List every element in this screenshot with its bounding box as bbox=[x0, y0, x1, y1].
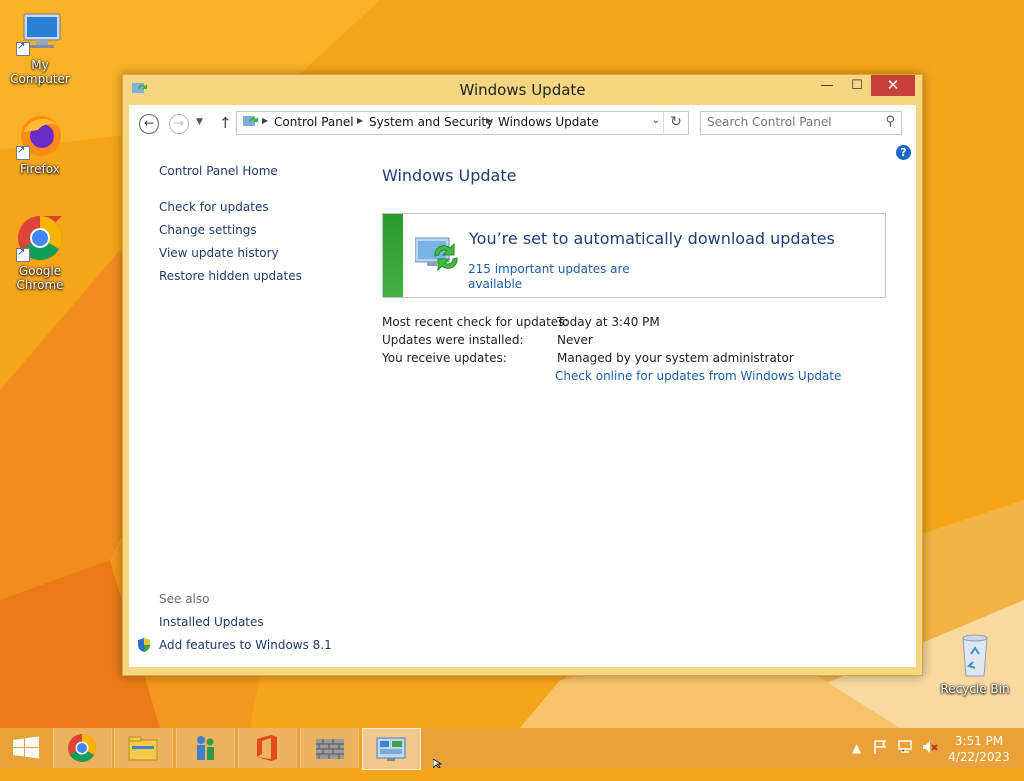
desktop-icon-firefox[interactable]: Firefox bbox=[0, 112, 80, 176]
forward-button[interactable]: → bbox=[169, 114, 189, 134]
search-box[interactable]: ⚲ bbox=[700, 111, 902, 135]
breadcrumb-separator-icon[interactable]: ▶ bbox=[357, 116, 363, 125]
breadcrumb-separator-icon[interactable]: ▶ bbox=[486, 116, 492, 125]
desktop-icon-chrome[interactable]: Google Chrome bbox=[0, 214, 80, 292]
office-icon bbox=[257, 735, 277, 761]
taskbar-office[interactable] bbox=[238, 728, 297, 768]
taskbar-firewall[interactable] bbox=[300, 728, 359, 768]
up-button[interactable]: ↑ bbox=[219, 114, 232, 132]
back-button[interactable]: ← bbox=[139, 114, 159, 134]
show-hidden-icons-button[interactable]: ▲ bbox=[852, 741, 861, 781]
search-icon[interactable]: ⚲ bbox=[885, 114, 895, 129]
firewall-icon bbox=[316, 739, 344, 759]
desktop-icon-my-computer[interactable]: My Computer bbox=[0, 8, 80, 86]
firefox-icon bbox=[16, 112, 64, 160]
nav-change-settings[interactable]: Change settings bbox=[159, 223, 257, 237]
shortcut-arrow-icon bbox=[16, 246, 30, 262]
start-button[interactable] bbox=[0, 728, 57, 768]
info-value-receive: Managed by your system administrator bbox=[557, 351, 794, 365]
nav-installed-updates[interactable]: Installed Updates bbox=[159, 615, 264, 629]
taskbar-chrome[interactable] bbox=[53, 728, 112, 768]
minimize-button[interactable]: — bbox=[812, 75, 842, 96]
start-icon bbox=[13, 736, 39, 759]
nav-add-features[interactable]: Add features to Windows 8.1 bbox=[159, 638, 332, 652]
status-title: You’re set to automatically download upd… bbox=[469, 229, 835, 248]
people-icon bbox=[197, 736, 214, 760]
breadcrumb-separator-icon[interactable]: ▶ bbox=[262, 116, 268, 125]
status-color-bar bbox=[383, 214, 403, 297]
volume-muted-icon[interactable] bbox=[921, 739, 939, 779]
recent-locations-dropdown[interactable]: ▼ bbox=[196, 117, 203, 127]
clock-date: 4/22/2023 bbox=[948, 750, 1010, 764]
info-value-recent-check: Today at 3:40 PM bbox=[557, 315, 660, 329]
page-title: Windows Update bbox=[382, 166, 517, 185]
clock-time: 3:51 PM bbox=[954, 734, 1004, 748]
breadcrumb-windows-update[interactable]: Windows Update bbox=[498, 115, 599, 129]
nav-view-update-history[interactable]: View update history bbox=[159, 246, 279, 260]
windows-update-icon bbox=[243, 115, 259, 132]
info-label-installed: Updates were installed: bbox=[382, 333, 524, 347]
nav-check-for-updates[interactable]: Check for updates bbox=[159, 200, 269, 214]
help-icon[interactable]: ? bbox=[896, 145, 911, 160]
chrome-icon bbox=[16, 214, 64, 262]
address-dropdown-icon[interactable]: ⌄ bbox=[652, 115, 660, 126]
chrome-icon bbox=[68, 734, 96, 762]
see-also-label: See also bbox=[159, 592, 210, 606]
taskbar-people[interactable] bbox=[176, 728, 235, 768]
windows-update-window: Windows Update — ☐ ✕ ← → ▼ ↑ ▶ Control P… bbox=[122, 74, 923, 676]
desktop-icon-recycle-bin[interactable]: Recycle Bin bbox=[935, 632, 1015, 696]
nav-control-panel-home[interactable]: Control Panel Home bbox=[159, 164, 278, 178]
info-value-installed: Never bbox=[557, 333, 593, 347]
window-title: Windows Update bbox=[459, 81, 586, 99]
update-status-panel: You’re set to automatically download upd… bbox=[382, 213, 886, 298]
desktop-icon-label: My Computer bbox=[10, 58, 70, 86]
title-bar[interactable]: Windows Update — ☐ ✕ bbox=[123, 75, 922, 105]
important-updates-link[interactable]: 215 important updates are available bbox=[468, 262, 638, 292]
taskbar-file-explorer[interactable] bbox=[114, 728, 173, 768]
nav-restore-hidden-updates[interactable]: Restore hidden updates bbox=[159, 269, 302, 283]
info-label-receive: You receive updates: bbox=[382, 351, 507, 365]
desktop-icon-label: Google Chrome bbox=[16, 264, 64, 292]
shortcut-arrow-icon bbox=[16, 40, 30, 56]
info-label-recent-check: Most recent check for updates: bbox=[382, 315, 569, 329]
content-area: ? Control Panel Home Check for updates C… bbox=[129, 141, 916, 667]
taskbar: ▲ 3:51 PM 4/22/2023 bbox=[0, 728, 1024, 770]
close-button[interactable]: ✕ bbox=[871, 75, 915, 96]
breadcrumb-control-panel[interactable]: Control Panel bbox=[274, 115, 354, 129]
network-icon[interactable] bbox=[897, 739, 915, 779]
control-panel-icon bbox=[376, 737, 406, 761]
refresh-button[interactable]: ↻ bbox=[663, 111, 688, 133]
desktop-icon-label: Firefox bbox=[20, 162, 60, 176]
taskbar-control-panel[interactable] bbox=[362, 728, 421, 770]
desktop-icon-label: Recycle Bin bbox=[940, 682, 1010, 696]
address-bar[interactable]: ▶ Control Panel ▶ System and Security ▶ … bbox=[236, 111, 689, 135]
check-online-link[interactable]: Check online for updates from Windows Up… bbox=[555, 369, 841, 383]
recycle-bin-icon bbox=[951, 632, 999, 680]
computer-icon bbox=[16, 8, 64, 56]
taskbar-clock[interactable]: 3:51 PM 4/22/2023 bbox=[944, 733, 1014, 765]
action-center-flag-icon[interactable] bbox=[872, 739, 888, 779]
update-monitor-icon bbox=[414, 236, 463, 275]
uac-shield-icon bbox=[136, 637, 152, 656]
shortcut-arrow-icon bbox=[16, 144, 30, 160]
search-input[interactable] bbox=[707, 115, 877, 129]
mouse-cursor-icon bbox=[433, 759, 443, 768]
maximize-button[interactable]: ☐ bbox=[842, 75, 872, 96]
navigation-bar: ← → ▼ ↑ ▶ Control Panel ▶ System and Sec… bbox=[129, 105, 916, 141]
breadcrumb-system-and-security[interactable]: System and Security bbox=[369, 115, 493, 129]
file-explorer-icon bbox=[128, 736, 158, 761]
